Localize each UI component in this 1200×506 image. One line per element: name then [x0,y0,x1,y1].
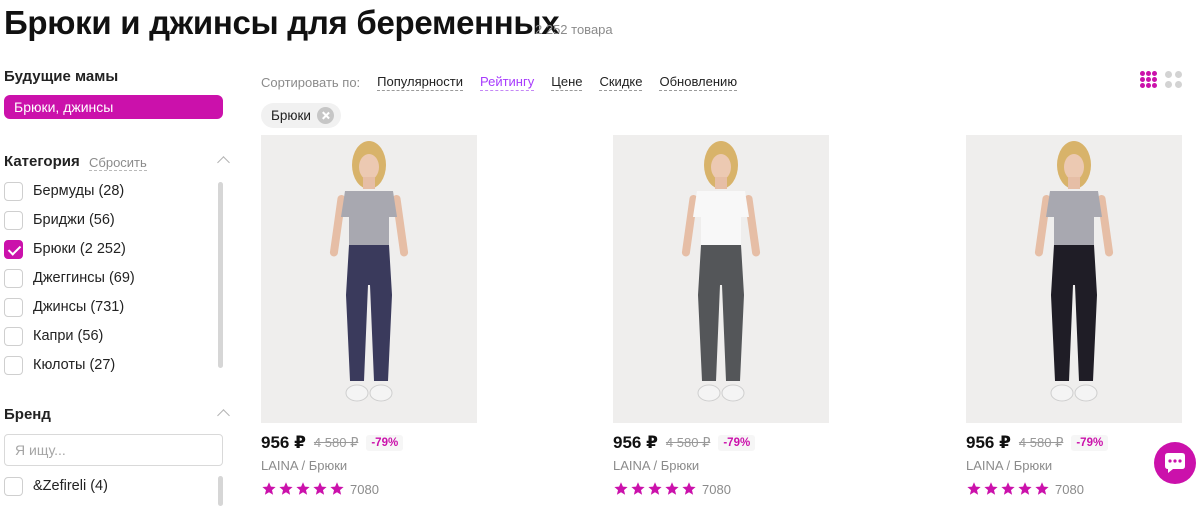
category-item-label: Брюки (2 252) [33,241,126,257]
old-price: 4 580 ₽ [665,435,711,450]
product-image[interactable] [966,135,1182,423]
sort-option[interactable]: Скидке [599,74,643,91]
category-item[interactable]: Капри (56) [4,325,214,347]
category-item-label: Джеггинсы (69) [33,270,135,286]
product-image[interactable] [613,135,829,423]
checkbox[interactable] [4,268,23,288]
old-price: 4 580 ₽ [1018,435,1064,450]
grid-2-view-icon[interactable] [1165,71,1182,88]
star-icon [296,482,310,495]
current-price: 956 ₽ [966,433,1011,452]
category-item-label: Бриджи (56) [33,212,115,228]
checkbox[interactable] [4,210,23,230]
brand-search-input[interactable] [4,434,223,466]
brand-filter-header: Бренд [4,406,230,426]
star-icon [1035,482,1049,495]
brand-title: Бренд [4,406,51,423]
rating-row[interactable]: 7080 [966,480,1084,498]
old-price: 4 580 ₽ [313,435,359,450]
review-count: 7080 [702,481,731,497]
model-figure-image [329,141,409,402]
category-item-label: Бермуды (28) [33,183,125,199]
checkbox[interactable] [4,239,23,259]
checkbox[interactable] [4,297,23,317]
star-icon [279,482,293,495]
brand-scrollbar[interactable] [218,476,223,506]
price-row: 956 ₽ 4 580 ₽ -79% [966,433,1109,453]
star-icon [262,482,276,495]
product-image[interactable] [261,135,477,423]
category-title: Категория [4,153,80,170]
goods-count: 2 252 товара [535,22,613,37]
page-title: Брюки и джинсы для беременных [4,4,560,41]
category-item[interactable]: Джинсы (731) [4,296,214,318]
model-figure-image [681,141,761,402]
category-item[interactable]: Бриджи (56) [4,209,214,231]
star-icon [665,482,679,495]
star-icon [631,482,645,495]
star-icon [648,482,662,495]
filters-sidebar: Будущие мамы Брюки, джинсы Категория Сбр… [0,62,236,506]
star-icon [984,482,998,495]
category-item[interactable]: Брюки (2 252) [4,238,214,260]
star-icon [967,482,981,495]
discount-badge: -79% [1071,435,1109,451]
rating-row[interactable]: 7080 [261,480,379,498]
active-filter-tag[interactable]: Брюки [261,103,341,128]
current-price: 956 ₽ [261,433,306,452]
filter-tag-label: Брюки [271,108,311,123]
close-icon[interactable] [316,107,334,124]
category-item-label: Капри (56) [33,328,104,344]
star-icon [1018,482,1032,495]
category-item[interactable]: Джеггинсы (69) [4,267,214,289]
sort-option[interactable]: Обновлению [659,74,738,91]
brand-name[interactable]: LAINA / Брюки [966,458,1052,473]
star-icon [614,482,628,495]
discount-badge: -79% [718,435,756,451]
category-reset-button[interactable]: Сбросить [89,155,147,171]
star-icon [313,482,327,495]
product-card[interactable]: 956 ₽ 4 580 ₽ -79% LAINA / Брюки 7080 [613,135,829,500]
discount-badge: -79% [366,435,404,451]
category-scrollbar[interactable] [218,182,223,368]
chevron-up-icon[interactable] [217,156,230,169]
sort-option[interactable]: Цене [551,74,583,91]
model-figure-image [1034,141,1114,402]
chat-button[interactable] [1154,442,1196,484]
category-item[interactable]: Бермуды (28) [4,180,214,202]
category-item-label: Джинсы (731) [33,299,125,315]
active-subcategory-chip[interactable]: Брюки, джинсы [4,95,223,119]
star-icon [1001,482,1015,495]
sort-option[interactable]: Популярности [377,74,463,91]
review-count: 7080 [350,481,379,497]
brand-item-label: &Zefireli (4) [33,478,108,494]
price-row: 956 ₽ 4 580 ₽ -79% [261,433,404,453]
sort-label: Сортировать по: [261,74,361,90]
checkbox[interactable] [4,326,23,346]
chevron-up-icon[interactable] [217,409,230,422]
sort-option[interactable]: Рейтингу [479,74,535,91]
category-item-label: Кюлоты (27) [33,357,116,373]
brand-name[interactable]: LAINA / Брюки [613,458,699,473]
checkbox[interactable] [4,181,23,201]
chat-bubble-icon [1165,453,1185,473]
grid-3-view-icon[interactable] [1140,71,1157,88]
brand-name[interactable]: LAINA / Брюки [261,458,347,473]
section-heading[interactable]: Будущие мамы [4,68,118,85]
sort-bar: Сортировать по: Популярности Рейтингу Цене… [261,71,754,93]
category-filter-header: Категория Сбросить [4,153,230,173]
checkbox[interactable] [4,476,23,496]
product-card[interactable]: 956 ₽ 4 580 ₽ -79% LAINA / Брюки 7080 [261,135,477,500]
brand-item[interactable]: &Zefireli (4) [4,475,214,497]
current-price: 956 ₽ [613,433,658,452]
category-item[interactable]: Кюлоты (27) [4,354,214,376]
product-card[interactable]: 956 ₽ 4 580 ₽ -79% LAINA / Брюки 7080 [966,135,1182,500]
review-count: 7080 [1055,481,1084,497]
star-icon [330,482,344,495]
star-icon [682,482,696,495]
rating-row[interactable]: 7080 [613,480,731,498]
price-row: 956 ₽ 4 580 ₽ -79% [613,433,756,453]
checkbox[interactable] [4,355,23,375]
